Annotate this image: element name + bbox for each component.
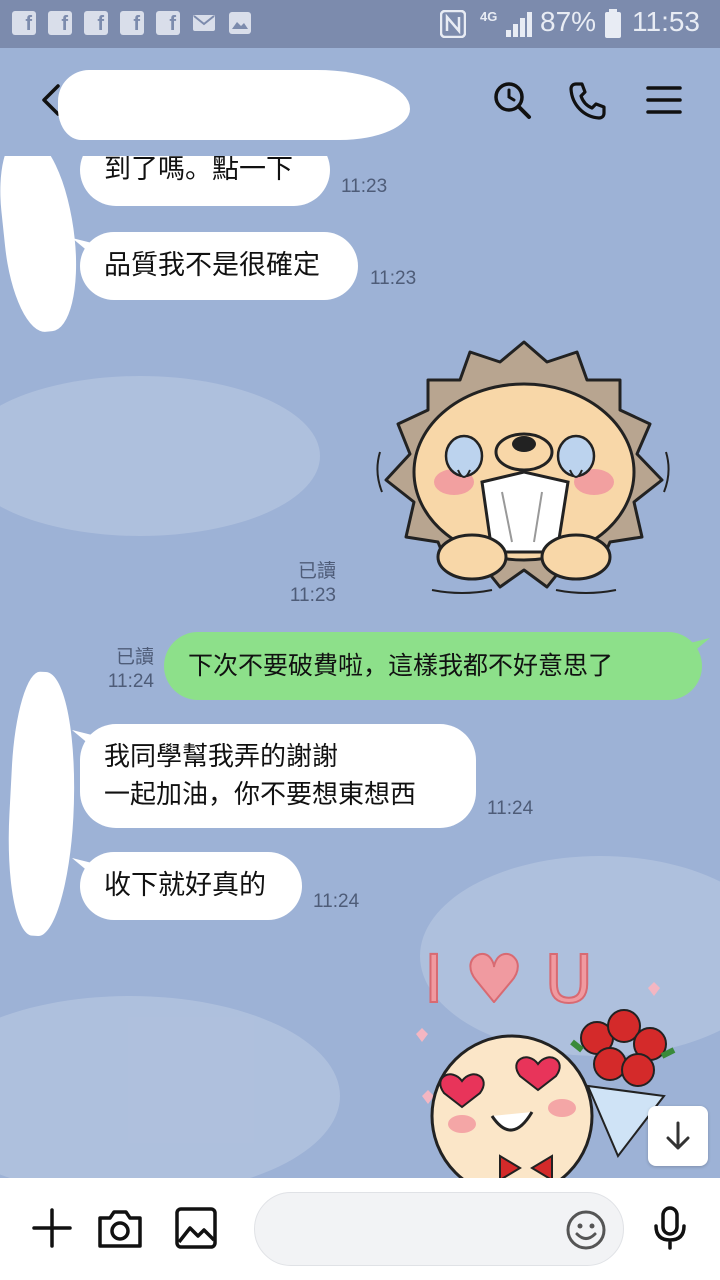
sticker-letter: I ♥ U: [424, 946, 593, 1018]
network-type: 4G: [480, 9, 498, 24]
clock: 11:53: [632, 6, 700, 37]
image-icon: [229, 12, 251, 34]
gallery-icon[interactable]: [172, 1204, 220, 1252]
input-bar: [0, 1178, 720, 1280]
message-bubble-incoming[interactable]: 品質我不是很確定: [80, 232, 358, 300]
i-love-u-sticker[interactable]: I ♥ U: [392, 946, 688, 1178]
menu-icon[interactable]: [640, 76, 688, 124]
message-bubble-incoming[interactable]: 到了嗎。點一下: [80, 156, 330, 206]
arrow-down-icon: [666, 1121, 690, 1150]
background-cloud: [0, 996, 340, 1178]
scroll-to-bottom-button[interactable]: [648, 1106, 708, 1166]
battery-percent: 87%: [540, 6, 597, 37]
message-bubble-incoming[interactable]: 我同學幫我弄的謝謝 一起加油，你不要想東想西: [80, 724, 476, 828]
message-time: 11:23: [341, 176, 388, 197]
contact-name-redacted[interactable]: [58, 70, 410, 140]
mail-icon: [193, 15, 215, 31]
facebook-icon: f: [84, 11, 108, 35]
message-time: 11:23: [289, 585, 336, 606]
message-time: 11:24: [107, 671, 154, 692]
message-bubble-outgoing[interactable]: 下次不要破費啦，這樣我都不好意思了: [164, 632, 702, 700]
crying-lion-sticker[interactable]: [372, 332, 676, 602]
message-input-field[interactable]: [254, 1192, 624, 1266]
facebook-icon: f: [156, 11, 180, 35]
avatar-redacted[interactable]: [0, 156, 85, 336]
facebook-icon: f: [48, 11, 72, 35]
search-icon[interactable]: [488, 76, 536, 124]
message-bubble-incoming[interactable]: 收下就好真的: [80, 852, 302, 920]
battery-icon: [605, 9, 621, 38]
read-receipt: 已讀: [297, 561, 336, 582]
message-time: 11:23: [370, 268, 417, 289]
status-bar: f f f f f 4G 87% 11:53: [0, 0, 720, 48]
plus-icon[interactable]: [28, 1204, 76, 1252]
avatar-redacted[interactable]: [3, 670, 81, 938]
facebook-icon: f: [12, 11, 36, 35]
call-icon[interactable]: [564, 76, 612, 124]
message-time: 11:24: [313, 891, 360, 912]
nfc-icon: [440, 10, 466, 38]
camera-icon[interactable]: [96, 1204, 144, 1252]
facebook-icon: f: [120, 11, 144, 35]
signal-icon: [506, 12, 532, 37]
background-cloud: [0, 376, 320, 536]
mic-icon[interactable]: [646, 1204, 694, 1252]
emoji-icon[interactable]: [565, 1209, 607, 1251]
chat-area[interactable]: 到了嗎。點一下 11:23 品質我不是很確定 11:23 已讀 11:23 已讀…: [0, 156, 720, 1178]
message-time: 11:24: [487, 798, 534, 819]
read-receipt: 已讀: [115, 647, 154, 668]
message-input[interactable]: [279, 1211, 559, 1247]
